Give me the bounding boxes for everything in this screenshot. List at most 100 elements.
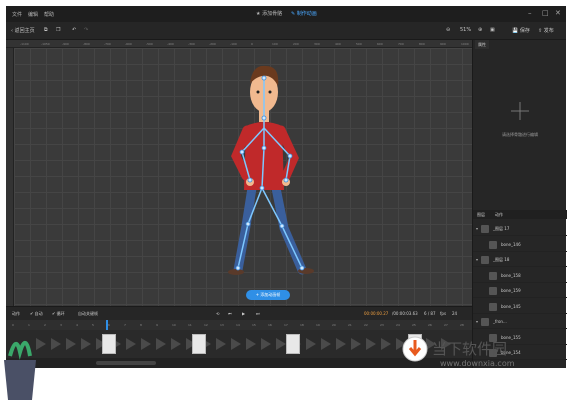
- timeline-scrollbar[interactable]: [96, 361, 156, 365]
- ruler-tick: 500: [356, 42, 362, 46]
- layer-row[interactable]: ▾ _图层 18: [473, 253, 567, 267]
- frame-marker: [306, 338, 316, 350]
- keyframe[interactable]: [192, 334, 206, 354]
- maximize-icon[interactable]: □: [542, 9, 549, 17]
- keyframe[interactable]: [286, 334, 300, 354]
- publish-button[interactable]: ⇪ 发布: [538, 27, 554, 34]
- app-window: 文件 编辑 帮助 ★ 添加骨骼 ✎ 制作动画 – □ ✕ ‹ 返回主页 ⧉ ❐ …: [6, 6, 567, 368]
- frame-number: 13: [220, 323, 224, 327]
- fps-value[interactable]: 24: [452, 311, 457, 316]
- loop-toggle[interactable]: ✔ 循环: [52, 311, 65, 317]
- watermark-icon: [402, 336, 428, 362]
- mode-add-bones-label: 添加骨骼: [262, 11, 283, 17]
- prev-frame-icon[interactable]: ⏮: [228, 311, 232, 316]
- frame-number: 3: [60, 323, 62, 327]
- layer-thumbnail: [489, 240, 497, 249]
- ruler-tick: -700: [104, 42, 111, 46]
- layer-label: bone_159: [501, 288, 521, 293]
- crosshair-icon: [511, 102, 529, 120]
- frame-number: 18: [300, 323, 304, 327]
- frame-number: 1: [28, 323, 30, 327]
- right-leg: [271, 183, 307, 275]
- layer-thumbnail: [489, 287, 497, 295]
- frame-marker: [126, 338, 136, 350]
- save-button[interactable]: 💾 保存: [512, 27, 530, 34]
- frame-number: 2: [44, 323, 46, 327]
- stage-canvas[interactable]: [14, 48, 472, 306]
- ruler-tick: 600: [377, 42, 383, 46]
- layer-label: bone_145: [501, 303, 521, 309]
- ruler-vertical: [6, 48, 14, 306]
- watermark-logo: [402, 336, 428, 366]
- layer-label: bone_146: [501, 241, 521, 247]
- mode-add-bones[interactable]: ★ 添加骨骼: [256, 10, 282, 17]
- fps-label: fps: [440, 311, 447, 316]
- frame-marker: [51, 338, 61, 350]
- ruler-tick: 0: [251, 42, 253, 46]
- layer-thumbnail: [481, 256, 489, 264]
- minimize-icon[interactable]: –: [528, 9, 532, 17]
- add-action-button[interactable]: + 添加动画帧: [246, 290, 290, 300]
- auto-label: 自动: [34, 311, 43, 316]
- keyframe[interactable]: [102, 334, 116, 354]
- ruler-tick: -200: [209, 42, 216, 46]
- expand-arrow-icon[interactable]: ▾: [476, 226, 478, 231]
- publish-label: 发布: [543, 28, 554, 34]
- layer-thumbnail: [489, 302, 497, 311]
- frame-number: 26: [428, 323, 432, 327]
- save-label: 保存: [519, 28, 530, 34]
- layers-tabs: 图层 动作: [473, 210, 567, 219]
- loop-icon[interactable]: ⟲: [216, 311, 219, 316]
- character-rig[interactable]: [14, 48, 472, 306]
- zoom-in-icon[interactable]: ⊕: [478, 27, 482, 33]
- zoom-level: 51%: [460, 27, 472, 33]
- next-frame-icon[interactable]: ⏭: [256, 311, 260, 316]
- layer-thumbnail: [481, 225, 489, 233]
- expand-arrow-icon[interactable]: ▾: [476, 257, 478, 262]
- ruler-tick: 300: [314, 42, 320, 46]
- menu-help[interactable]: 帮助: [44, 11, 54, 18]
- ruler-tick: -100: [230, 42, 237, 46]
- layer-row[interactable]: bone_145: [473, 300, 567, 314]
- layer-row[interactable]: bone_146: [473, 238, 567, 252]
- play-icon[interactable]: ▶: [242, 311, 245, 316]
- fit-icon[interactable]: ▣: [490, 27, 495, 33]
- tab-layers[interactable]: 图层: [477, 212, 485, 218]
- frame-ruler[interactable]: 0 1 2 3 4 5 6 7 8 9 10 11 12 13 14 15 16 17 18 19 20 21 22 23 24…: [6, 320, 472, 330]
- ruler-horizontal: -1100 -1050 -900 -800 -700 -600 -500 -400 -300 -2…: [6, 40, 472, 48]
- frame-number: 12: [204, 323, 208, 327]
- auto-toggle[interactable]: ✔ 自动: [30, 311, 43, 317]
- layer-row[interactable]: ▾ _图层 17: [473, 222, 567, 236]
- menu-edit[interactable]: 编辑: [28, 11, 38, 18]
- close-icon[interactable]: ✕: [555, 9, 561, 17]
- right-eye: [268, 90, 272, 94]
- tab-actions[interactable]: 动作: [495, 212, 503, 218]
- auto-keyframe-toggle[interactable]: 自动关键帧: [78, 311, 98, 317]
- crop-icon[interactable]: ⧉: [44, 27, 48, 33]
- layer-label: _图层 18: [493, 257, 510, 262]
- layer-row[interactable]: bone_158: [473, 269, 567, 283]
- watermark-cn: 当下软件园: [432, 340, 508, 358]
- redo-icon[interactable]: ↷: [84, 27, 88, 33]
- frame-marker: [351, 338, 361, 350]
- undo-icon[interactable]: ↶: [72, 27, 76, 33]
- layer-row[interactable]: ▾ _fron...: [473, 315, 567, 329]
- layer-label: _fron...: [493, 319, 507, 324]
- layer-row[interactable]: bone_159: [473, 284, 567, 298]
- copy-icon[interactable]: ❐: [56, 27, 60, 33]
- frame-marker: [171, 338, 181, 350]
- frame-number: 6: [108, 323, 110, 327]
- zoom-out-icon[interactable]: ⊖: [446, 27, 450, 33]
- motion-label: 动作: [12, 311, 20, 316]
- frame-number: 16: [268, 323, 272, 327]
- frame-marker: [321, 338, 331, 350]
- back-button[interactable]: ‹ 返回主页: [11, 27, 35, 34]
- expand-arrow-icon[interactable]: ▾: [476, 319, 478, 324]
- mode-animate[interactable]: ✎ 制作动画: [291, 10, 317, 17]
- frame-number: 20: [332, 323, 336, 327]
- ruler-tick: 800: [419, 42, 425, 46]
- playhead[interactable]: [106, 320, 108, 330]
- frame-marker: [216, 338, 226, 350]
- tab-properties[interactable]: 属性: [475, 40, 489, 49]
- menu-file[interactable]: 文件: [12, 11, 22, 18]
